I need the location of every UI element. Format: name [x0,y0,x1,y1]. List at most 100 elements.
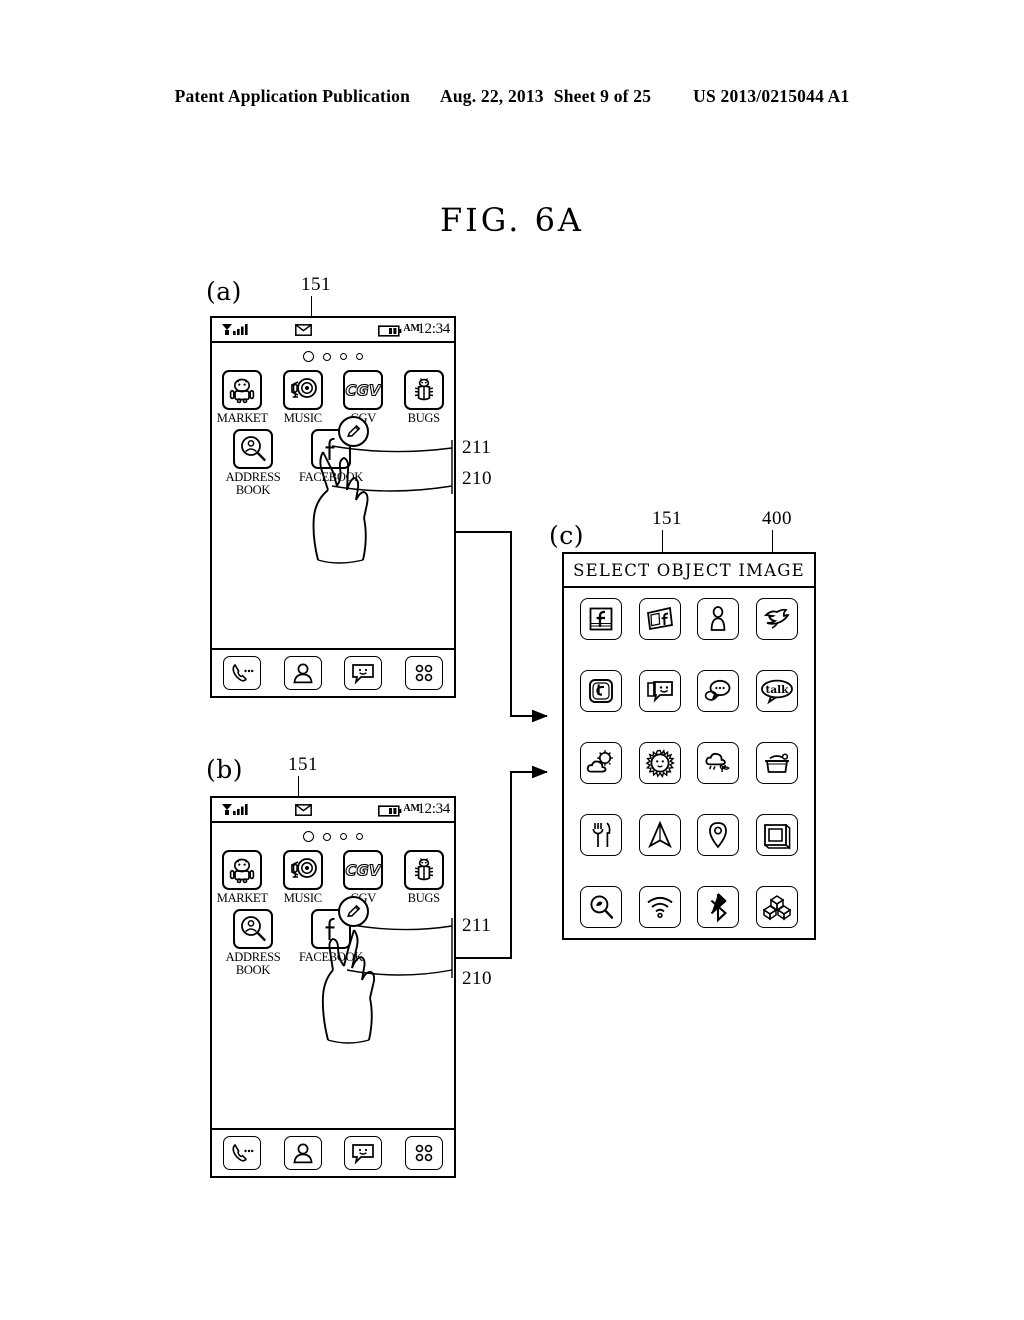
app-address-book[interactable]: ADDRESS BOOK [224,909,282,977]
twitter-bird-icon[interactable] [755,598,798,640]
android-robot-icon[interactable] [222,850,263,890]
object-row-4 [572,814,806,856]
smiley-chat-icon[interactable] [638,670,681,712]
object-row-2: talk [572,670,806,712]
app-address-book[interactable]: ADDRESS BOOK [224,429,282,497]
panel-label-c: (c) [549,521,585,550]
cgv-logo-icon[interactable]: CGV [343,850,384,890]
ref-151-panel-b: 151 [288,754,318,775]
app-drawer-grid-icon[interactable] [404,1136,443,1170]
picture-frame-icon[interactable] [755,814,798,856]
map-pin-icon[interactable] [697,814,740,856]
search-magnifier-icon[interactable] [580,886,623,928]
app-music[interactable]: MUSIC [274,850,332,905]
app-label: BUGS [407,411,440,425]
publication-label: Patent Application Publication [174,86,411,106]
clock-time: 12:34 [417,801,450,817]
panel-label-a: (a) [206,277,242,306]
page-indicator-dots-a[interactable] [212,351,454,362]
app-market[interactable]: MARKET [213,850,271,905]
beetle-icon[interactable] [403,370,444,410]
app-label: MARKET [216,891,268,905]
phone-handset-icon[interactable] [223,1136,262,1170]
page-dot[interactable] [323,832,331,841]
talk-bubble-label: talk [765,684,789,696]
object-row-1 [572,598,806,640]
wifi-icon[interactable] [638,886,681,928]
ref-151-panel-a: 151 [301,274,331,295]
app-bugs[interactable]: BUGS [395,370,453,425]
object-row-3 [572,742,806,784]
dialog-title: SELECT OBJECT IMAGE [564,554,814,588]
status-bar-a: AM 12:34 [212,318,454,343]
contact-person-icon[interactable] [283,656,322,690]
app-drawer-grid-icon[interactable] [404,656,443,690]
dock-bar-b [212,1128,454,1176]
status-bar-b: AM 12:34 [212,798,454,823]
facebook-framed-icon[interactable] [580,598,623,640]
smiley-message-icon[interactable] [344,1136,383,1170]
object-image-grid: talk [564,588,814,938]
fork-knife-icon[interactable] [580,814,623,856]
publication-header: Patent Application Publication Aug. 22, … [0,86,1024,107]
chat-bubbles-icon[interactable] [697,670,740,712]
app-label: MARKET [216,411,268,425]
bluetooth-icon[interactable] [697,886,740,928]
cgv-logo-icon[interactable]: CGV [343,370,384,410]
page-indicator-dots-b[interactable] [212,831,454,842]
page-dot[interactable] [356,833,363,840]
smiley-message-icon[interactable] [344,656,383,690]
app-market[interactable]: MARKET [213,370,271,425]
dock-bar-a [212,648,454,696]
ref-151-panel-c: 151 [652,508,682,529]
object-row-5 [572,886,806,928]
page-dot[interactable] [340,833,347,840]
clock-time: 12:34 [417,321,450,337]
sun-face-icon[interactable] [638,742,681,784]
person-magnifier-icon[interactable] [233,909,273,949]
app-music[interactable]: MUSIC [274,370,332,425]
page-dot-active[interactable] [303,831,314,842]
patent-number: US 2013/0215044 A1 [693,86,850,106]
battery-icon [378,805,402,817]
ref-210-panel-a: 210 [462,468,492,489]
speaker-mic-icon[interactable] [282,370,323,410]
leader-line-151-a [311,296,313,316]
pencil-edit-icon[interactable] [338,416,369,447]
app-label: ADDRESS BOOK [225,950,281,977]
envelope-icon [295,324,312,336]
person-silhouette-icon[interactable] [697,598,740,640]
ref-210-panel-b: 210 [462,968,492,989]
beetle-icon[interactable] [403,850,444,890]
phone-handset-icon[interactable] [223,656,262,690]
patent-drawing-page: Patent Application Publication Aug. 22, … [0,0,1024,1320]
app-cgv[interactable]: CGV CGV [334,370,392,425]
envelope-icon [295,804,312,816]
android-robot-icon[interactable] [222,370,263,410]
page-dot[interactable] [356,353,363,360]
facebook-card-icon[interactable] [638,598,681,640]
select-object-image-dialog: SELECT OBJECT IMAGE talk [562,552,816,940]
contact-person-icon[interactable] [283,1136,322,1170]
publication-date: Aug. 22, 2013 [440,86,544,106]
twitter-t-icon[interactable] [580,670,623,712]
talk-bubble-icon[interactable]: talk [755,670,798,712]
leader-line-151-b [298,776,300,796]
navigation-arrow-icon[interactable] [638,814,681,856]
app-cgv[interactable]: CGV CGV [334,850,392,905]
person-magnifier-icon[interactable] [233,429,273,469]
app-label: MUSIC [283,411,322,425]
pencil-edit-icon[interactable] [338,896,369,927]
page-dot[interactable] [323,352,331,361]
app-bugs[interactable]: BUGS [395,850,453,905]
cooking-pot-icon[interactable] [755,742,798,784]
flow-arrow-a-to-c [455,531,548,723]
app-label: ADDRESS BOOK [225,470,281,497]
cloud-rain-plant-icon[interactable] [697,742,740,784]
cubes-3d-icon[interactable] [755,886,798,928]
svg-text:CGV: CGV [346,862,382,880]
page-dot[interactable] [340,353,347,360]
page-dot-active[interactable] [303,351,314,362]
sun-cloud-weather-icon[interactable] [580,742,623,784]
speaker-mic-icon[interactable] [282,850,323,890]
